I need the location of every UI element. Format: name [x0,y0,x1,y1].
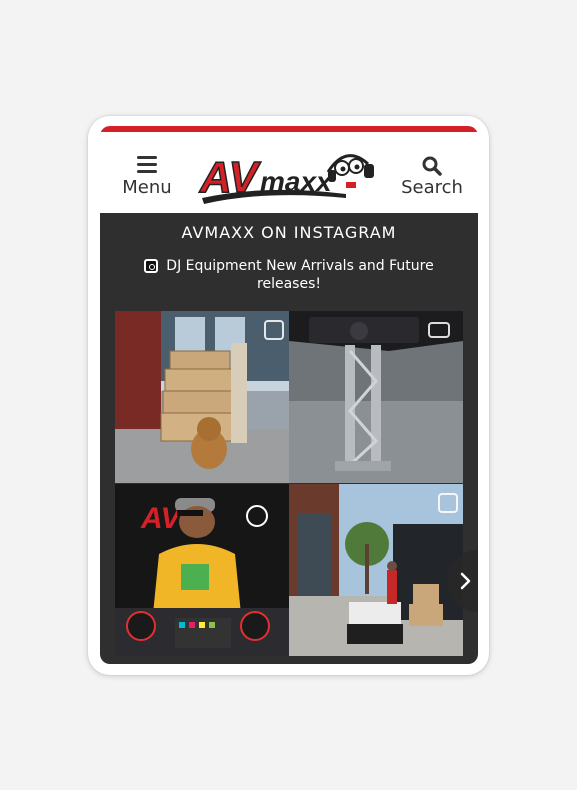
post-image-dj: AV [115,484,289,656]
phone-screen: Menu AV maxx Search AVMAXX ON INSTAGRAM … [100,126,478,664]
search-label: Search [401,177,463,198]
instagram-caption: DJ Equipment New Arrivals and Future rel… [120,257,458,293]
search-button[interactable]: Search [398,156,466,200]
avmaxx-logo[interactable]: AV maxx [196,138,384,212]
logo-maxx-text: maxx [260,166,333,197]
instagram-grid: AV [115,311,478,656]
menu-label: Menu [122,177,172,198]
section-title: AVMAXX ON INSTAGRAM [181,223,397,242]
instagram-post-1[interactable] [115,311,289,483]
post-image-boxes-dog [115,311,289,483]
search-icon [422,156,442,176]
instagram-post-2[interactable] [289,311,463,483]
chevron-right-icon [460,572,471,590]
headphones-mascot-icon [326,154,374,188]
hamburger-icon [137,156,157,173]
post-image-delivery [289,484,463,656]
menu-button[interactable]: Menu [118,156,176,200]
logo-av-text: AV [199,153,262,202]
instagram-section: AVMAXX ON INSTAGRAM DJ Equipment New Arr… [100,213,478,664]
post-image-truss [289,311,463,483]
instagram-post-4[interactable] [289,484,463,656]
instagram-icon [144,259,159,273]
caption-text: DJ Equipment New Arrivals and Future rel… [166,258,434,292]
instagram-post-3[interactable]: AV [115,484,289,656]
site-header: Menu AV maxx Search [100,132,478,213]
